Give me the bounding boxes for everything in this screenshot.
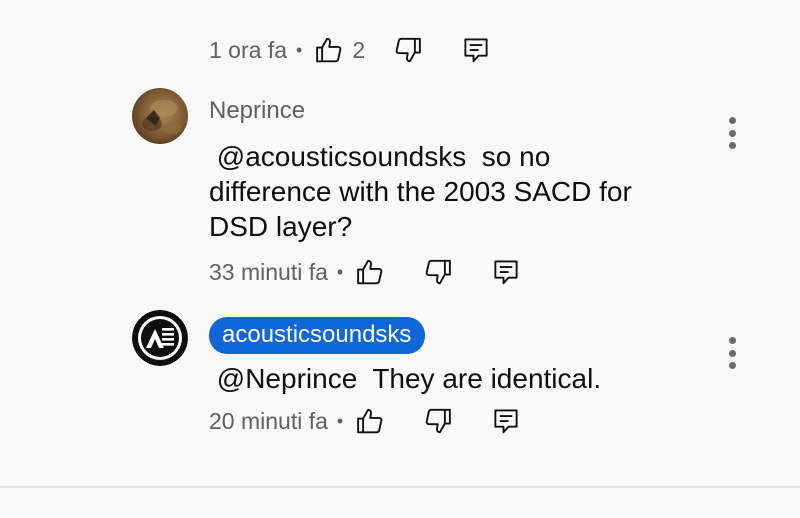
more-vertical-icon — [728, 337, 736, 344]
reply-button[interactable] — [491, 257, 521, 287]
comment-text: @acousticsoundsks so no difference with … — [209, 141, 640, 242]
more-vertical-icon — [728, 117, 736, 124]
comment-action-bar: 20 minuti fa • — [209, 401, 521, 441]
thumb-up-icon — [316, 37, 342, 63]
reply-comment-icon — [494, 260, 518, 285]
reply-button[interactable] — [461, 35, 491, 65]
comment-menu-button[interactable] — [717, 113, 747, 153]
avatar[interactable] — [132, 88, 188, 144]
comment-timestamp: 20 minuti fa — [209, 407, 328, 434]
thumb-up-icon — [357, 259, 383, 285]
comment-text: @Neprince They are identical. — [209, 363, 602, 394]
comment-timestamp: 1 ora fa — [209, 36, 287, 63]
like-button[interactable] — [355, 406, 385, 436]
reply-comment-icon — [494, 409, 518, 434]
separator-dot: • — [296, 39, 303, 60]
comment-author[interactable]: Neprince — [209, 97, 305, 125]
thumb-down-icon — [425, 408, 452, 434]
reply-button[interactable] — [491, 406, 521, 436]
thumb-up-icon — [357, 408, 383, 434]
comment-menu-button[interactable] — [717, 333, 747, 373]
creator-author-chip[interactable]: acousticsoundsks — [209, 317, 426, 354]
separator-dot: • — [336, 261, 344, 282]
like-button[interactable] — [314, 35, 344, 65]
avatar[interactable] — [132, 310, 188, 366]
reply-comment-icon — [464, 38, 488, 63]
dislike-button[interactable] — [423, 406, 453, 436]
dislike-button[interactable] — [393, 35, 423, 65]
dislike-button[interactable] — [423, 257, 453, 287]
separator-dot: • — [336, 410, 344, 431]
thumb-down-icon — [395, 37, 421, 63]
thumb-down-icon — [425, 259, 452, 285]
comment-timestamp: 33 minuti fa — [209, 258, 328, 285]
comment-action-bar: 1 ora fa • 2 — [209, 30, 491, 70]
avatar-photo — [132, 88, 188, 144]
like-button[interactable] — [355, 257, 385, 287]
divider — [0, 486, 800, 488]
comment-action-bar: 33 minuti fa • — [209, 252, 521, 292]
like-count: 2 — [352, 36, 366, 63]
channel-logo-avatar — [132, 310, 188, 366]
